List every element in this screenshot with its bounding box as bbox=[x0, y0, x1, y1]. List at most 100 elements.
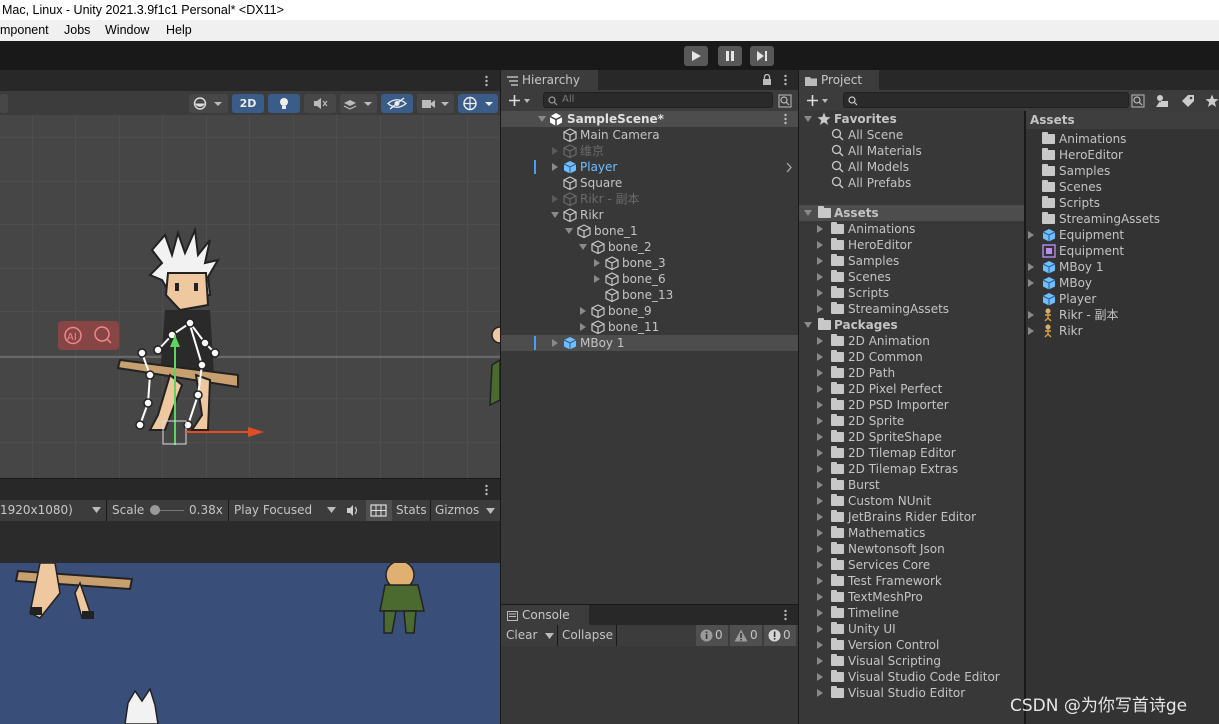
tab-hierarchy[interactable]: Hierarchy bbox=[501, 70, 598, 90]
shading-mode-dropdown[interactable] bbox=[189, 94, 228, 113]
create-asset-button[interactable] bbox=[806, 94, 828, 107]
scale-slider-thumb[interactable] bbox=[150, 505, 160, 515]
package-item[interactable]: TextMeshPro bbox=[799, 589, 1024, 605]
package-item[interactable]: 2D Animation bbox=[799, 333, 1024, 349]
package-item[interactable]: Visual Studio Code Editor bbox=[799, 669, 1024, 685]
mute-audio-button[interactable] bbox=[343, 500, 363, 521]
play-mode-dropdown[interactable]: Play Focused bbox=[229, 500, 341, 521]
chevron-right-icon[interactable] bbox=[786, 163, 792, 172]
package-item[interactable]: 2D Tilemap Editor bbox=[799, 445, 1024, 461]
chevron-down-icon[interactable] bbox=[486, 508, 495, 514]
error-filter-toggle[interactable]: 0 bbox=[764, 625, 796, 646]
scale-slider[interactable] bbox=[150, 500, 186, 521]
package-item[interactable]: Custom NUnit bbox=[799, 493, 1024, 509]
content-asset-item[interactable]: Player bbox=[1026, 291, 1219, 307]
package-item[interactable]: 2D PSD Importer bbox=[799, 397, 1024, 413]
package-item[interactable]: 2D Pixel Perfect bbox=[799, 381, 1024, 397]
scene-tool-button[interactable] bbox=[0, 94, 8, 113]
hierarchy-item-bone-9[interactable]: bone_9 bbox=[501, 303, 798, 319]
assets-header[interactable]: Assets bbox=[799, 205, 1024, 221]
search-filter-icon[interactable] bbox=[1131, 94, 1145, 108]
package-item[interactable]: Timeline bbox=[799, 605, 1024, 621]
package-item[interactable]: JetBrains Rider Editor bbox=[799, 509, 1024, 525]
package-item[interactable]: Mathematics bbox=[799, 525, 1024, 541]
add-object-button[interactable] bbox=[508, 94, 530, 107]
favorites-header[interactable]: Favorites bbox=[799, 111, 1024, 127]
package-item[interactable]: Visual Studio Editor bbox=[799, 685, 1024, 701]
lock-icon[interactable] bbox=[762, 74, 772, 86]
resolution-dropdown[interactable]: 1920x1080) bbox=[0, 500, 104, 521]
content-folder-item[interactable]: StreamingAssets bbox=[1026, 211, 1219, 227]
hierarchy-item-mboy-1[interactable]: MBoy 1 bbox=[501, 335, 798, 351]
effects-dropdown[interactable] bbox=[340, 94, 377, 113]
scene-viewport[interactable]: AI bbox=[0, 115, 500, 478]
content-folder-item[interactable]: Animations bbox=[1026, 131, 1219, 147]
move-gizmo[interactable] bbox=[160, 415, 270, 455]
scene-visibility-toggle[interactable] bbox=[381, 94, 413, 113]
collapse-toggle[interactable]: Collapse bbox=[562, 625, 613, 646]
game-panel-menu-icon[interactable] bbox=[485, 484, 488, 496]
camera-dropdown[interactable] bbox=[417, 94, 454, 113]
hierarchy-item-bone-2[interactable]: bone_2 bbox=[501, 239, 798, 255]
hierarchy-item-bone-1[interactable]: bone_1 bbox=[501, 223, 798, 239]
audio-toggle[interactable] bbox=[304, 94, 336, 113]
play-button[interactable] bbox=[684, 46, 708, 66]
package-item[interactable]: Test Framework bbox=[799, 573, 1024, 589]
content-asset-item[interactable]: Rikr bbox=[1026, 323, 1219, 339]
hierarchy-item-bone-3[interactable]: bone_3 bbox=[501, 255, 798, 271]
menu-jobs[interactable]: Jobs bbox=[64, 20, 90, 41]
asset-folder-item[interactable]: Scenes bbox=[799, 269, 1024, 285]
asset-folder-item[interactable]: Scripts bbox=[799, 285, 1024, 301]
asset-folder-item[interactable]: HeroEditor bbox=[799, 237, 1024, 253]
hierarchy-item-weijing[interactable]: 维京 bbox=[501, 143, 798, 159]
tab-project[interactable]: Project bbox=[799, 70, 879, 90]
scene-row[interactable]: SampleScene* bbox=[501, 111, 798, 127]
label-icon[interactable] bbox=[1181, 94, 1195, 108]
scene-menu-icon[interactable] bbox=[784, 113, 787, 125]
menu-component[interactable]: mponent bbox=[0, 20, 49, 41]
search-filter-icon[interactable] bbox=[778, 94, 792, 108]
2d-mode-toggle[interactable]: 2D bbox=[232, 94, 264, 113]
favorite-item[interactable]: All Materials bbox=[799, 143, 1024, 159]
content-asset-item[interactable]: Equipment bbox=[1026, 227, 1219, 243]
hierarchy-menu-icon[interactable] bbox=[784, 74, 787, 86]
content-asset-item[interactable]: MBoy bbox=[1026, 275, 1219, 291]
hierarchy-item-rikr[interactable]: Rikr bbox=[501, 207, 798, 223]
menu-help[interactable]: Help bbox=[166, 20, 192, 41]
packages-header[interactable]: Packages bbox=[799, 317, 1024, 333]
info-filter-toggle[interactable]: 0 bbox=[696, 625, 728, 646]
vsync-toggle[interactable] bbox=[366, 500, 392, 521]
star-icon[interactable] bbox=[1205, 94, 1219, 108]
package-item[interactable]: Unity UI bbox=[799, 621, 1024, 637]
favorite-item[interactable]: All Scene bbox=[799, 127, 1024, 143]
package-item[interactable]: Burst bbox=[799, 477, 1024, 493]
content-folder-item[interactable]: Samples bbox=[1026, 163, 1219, 179]
hierarchy-item-bone-13[interactable]: bone_13 bbox=[501, 287, 798, 303]
package-item[interactable]: 2D Common bbox=[799, 349, 1024, 365]
package-item[interactable]: 2D Tilemap Extras bbox=[799, 461, 1024, 477]
content-asset-item[interactable]: Equipment bbox=[1026, 243, 1219, 259]
package-item[interactable]: Services Core bbox=[799, 557, 1024, 573]
hierarchy-item-player[interactable]: Player bbox=[501, 159, 798, 175]
lighting-toggle[interactable] bbox=[268, 94, 300, 113]
hierarchy-item-bone-11[interactable]: bone_11 bbox=[501, 319, 798, 335]
chevron-down-icon[interactable] bbox=[545, 633, 554, 639]
stats-button[interactable]: Stats bbox=[396, 500, 427, 521]
clear-button[interactable]: Clear bbox=[506, 625, 537, 646]
package-item[interactable]: Visual Scripting bbox=[799, 653, 1024, 669]
gizmos-button[interactable]: Gizmos bbox=[435, 500, 479, 521]
content-folder-item[interactable]: Scenes bbox=[1026, 179, 1219, 195]
asset-folder-item[interactable]: StreamingAssets bbox=[799, 301, 1024, 317]
project-search-input[interactable] bbox=[843, 92, 1129, 108]
package-item[interactable]: 2D SpriteShape bbox=[799, 429, 1024, 445]
asset-folder-item[interactable]: Samples bbox=[799, 253, 1024, 269]
favorite-item[interactable]: All Models bbox=[799, 159, 1024, 175]
tab-console[interactable]: Console bbox=[501, 605, 589, 625]
hierarchy-search-input[interactable]: All bbox=[543, 92, 773, 108]
content-folder-item[interactable]: Scripts bbox=[1026, 195, 1219, 211]
step-button[interactable] bbox=[750, 46, 774, 66]
gizmos-dropdown[interactable] bbox=[458, 94, 498, 113]
hierarchy-item-bone-6[interactable]: bone_6 bbox=[501, 271, 798, 287]
content-asset-item[interactable]: Rikr - 副本 bbox=[1026, 307, 1219, 323]
package-item[interactable]: 2D Sprite bbox=[799, 413, 1024, 429]
